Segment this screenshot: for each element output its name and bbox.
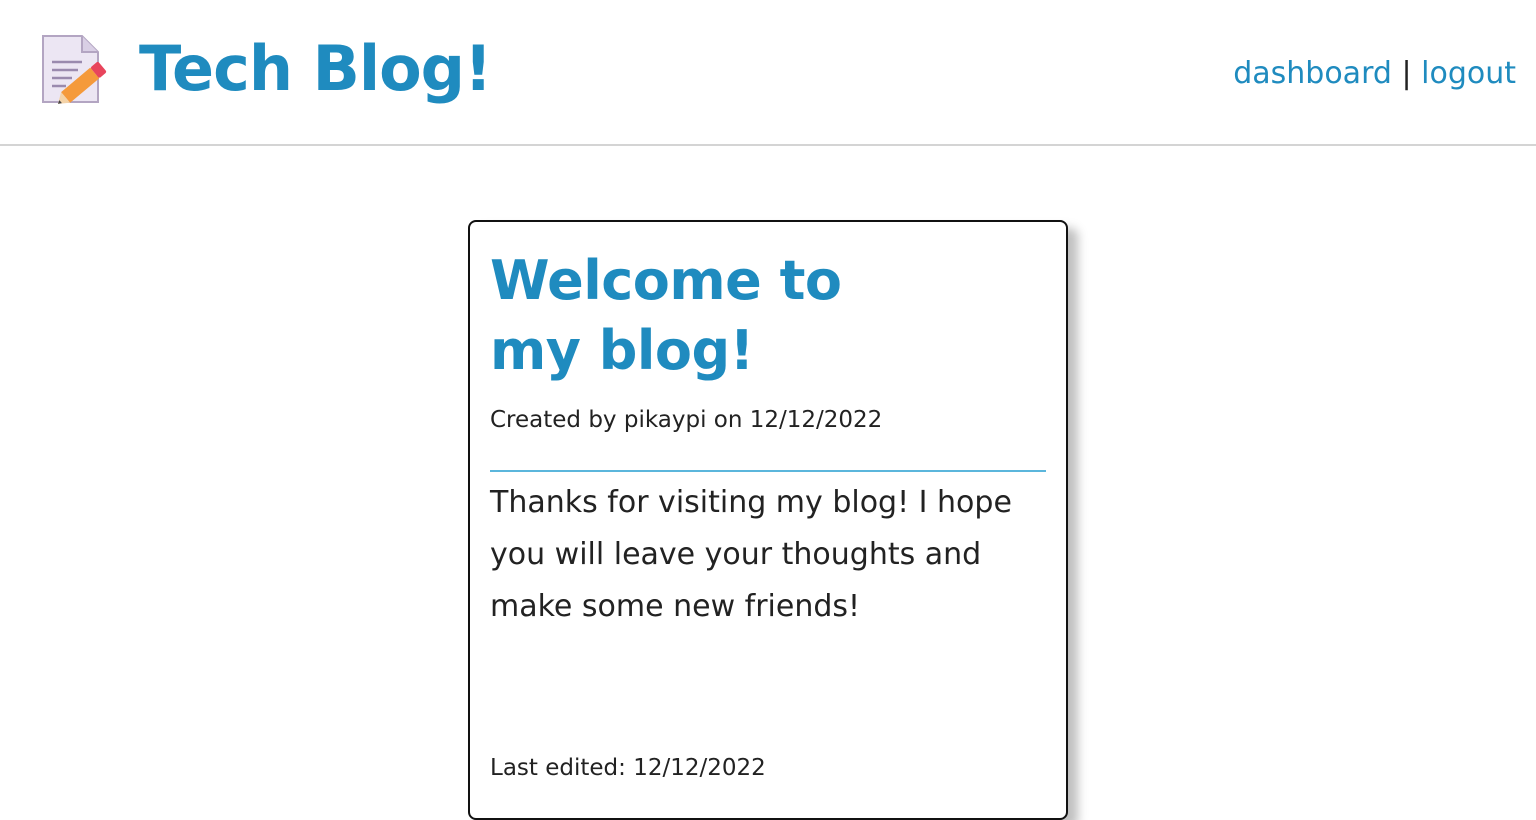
- top-nav: dashboard | logout: [1233, 54, 1516, 94]
- logout-link[interactable]: logout: [1421, 56, 1516, 91]
- site-header: Tech Blog! dashboard | logout: [0, 0, 1536, 146]
- memo-pencil-icon: [42, 35, 107, 104]
- post-body: Thanks for visiting my blog! I hope you …: [490, 485, 1012, 624]
- dashboard-link[interactable]: dashboard: [1233, 56, 1392, 91]
- post-card: Welcome to my blog! Created by pikaypi o…: [468, 220, 1068, 820]
- post-author-date: Created by pikaypi on 12/12/2022: [490, 407, 883, 433]
- post-divider: [490, 470, 1046, 472]
- nav-separator: |: [1401, 56, 1412, 91]
- post-last-edited: Last edited: 12/12/2022: [490, 755, 766, 781]
- post-title[interactable]: Welcome to my blog!: [490, 246, 950, 386]
- site-title: Tech Blog!: [139, 32, 492, 105]
